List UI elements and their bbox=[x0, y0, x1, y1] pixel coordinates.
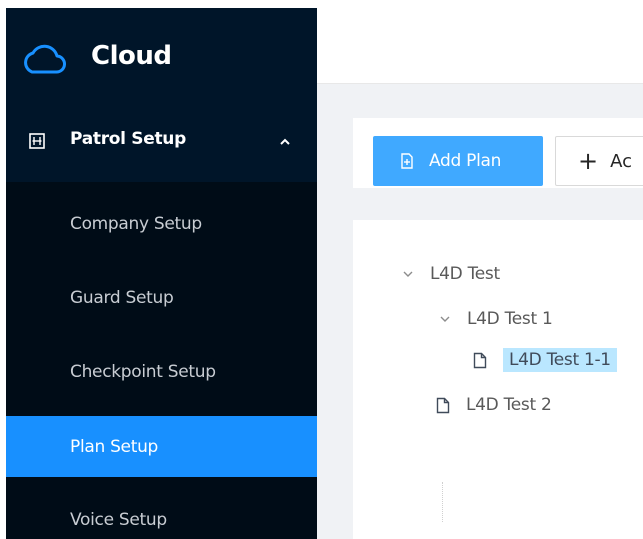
logo[interactable]: Cloud bbox=[6, 8, 317, 104]
header bbox=[317, 0, 643, 84]
tree-node-root[interactable]: L4D Test bbox=[402, 259, 500, 289]
sidebar-item-plan-setup[interactable]: Plan Setup bbox=[6, 416, 317, 477]
tree-node-label: L4D Test 1 bbox=[467, 309, 553, 329]
add-plan-button[interactable]: Add Plan bbox=[373, 136, 543, 186]
tree-node-child2[interactable]: L4D Test 2 bbox=[436, 390, 552, 420]
caret-up-icon bbox=[280, 138, 290, 145]
tree-node-leaf1[interactable]: L4D Test 1-1 bbox=[473, 345, 617, 375]
plan-tree: L4D Test L4D Test 1 L4D Test 1-1 L4D Tes… bbox=[353, 220, 643, 539]
app-name: Cloud bbox=[91, 41, 172, 71]
tree-node-child1[interactable]: L4D Test 1 bbox=[439, 304, 553, 334]
tree-guide-line bbox=[442, 482, 443, 522]
sidebar-item-guard-setup[interactable]: Guard Setup bbox=[6, 266, 317, 330]
sidebar-item-checkpoint-setup[interactable]: Checkpoint Setup bbox=[6, 340, 317, 404]
sidebar-item-voice-setup[interactable]: Voice Setup bbox=[6, 488, 317, 539]
menu-patrol-setup[interactable]: Patrol Setup bbox=[6, 104, 317, 182]
sidebar-item-label: Company Setup bbox=[70, 214, 202, 234]
sidebar-item-label: Checkpoint Setup bbox=[70, 362, 216, 382]
add-plan-label: Add Plan bbox=[429, 151, 502, 171]
chevron-down-icon[interactable] bbox=[439, 315, 451, 323]
toolbar: Add Plan + Ac bbox=[353, 118, 643, 188]
tree-node-label: L4D Test bbox=[430, 264, 500, 284]
add-button-label: Ac bbox=[610, 150, 633, 172]
plus-icon: + bbox=[578, 147, 599, 175]
sidebar-item-label: Voice Setup bbox=[70, 510, 167, 530]
main-content: Add Plan + Ac L4D Test L4D Test 1 L4D Te bbox=[317, 84, 643, 539]
sidebar-item-label: Guard Setup bbox=[70, 288, 174, 308]
menu-patrol-setup-label: Patrol Setup bbox=[70, 129, 186, 149]
file-add-icon bbox=[401, 153, 413, 169]
sidebar-item-label: Plan Setup bbox=[70, 436, 159, 457]
sidebar: Cloud Patrol Setup Company Setup Guard S… bbox=[6, 8, 317, 539]
tree-node-label: L4D Test 2 bbox=[466, 395, 552, 415]
cloud-icon bbox=[24, 44, 66, 74]
add-button[interactable]: + Ac bbox=[555, 136, 643, 186]
tree-node-label-selected: L4D Test 1-1 bbox=[503, 348, 617, 372]
file-icon bbox=[436, 397, 450, 413]
sidebar-item-company-setup[interactable]: Company Setup bbox=[6, 192, 317, 256]
file-icon bbox=[473, 352, 487, 368]
grid-icon bbox=[29, 133, 45, 149]
submenu: Company Setup Guard Setup Checkpoint Set… bbox=[6, 182, 317, 539]
chevron-down-icon[interactable] bbox=[402, 270, 414, 278]
